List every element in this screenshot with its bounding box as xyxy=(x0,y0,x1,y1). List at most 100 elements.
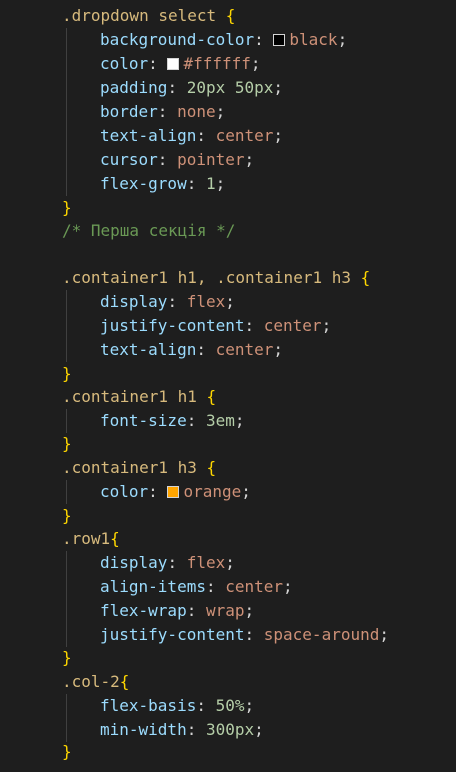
code-token: .container1 h1 xyxy=(62,387,207,406)
code-line[interactable]: .dropdown select { xyxy=(62,4,235,28)
code-token: border xyxy=(100,102,158,121)
code-line[interactable]: /* Перша секція */ xyxy=(62,219,235,243)
code-token: ; xyxy=(273,78,284,97)
code-token: ; xyxy=(244,601,255,620)
code-token: pointer xyxy=(177,150,245,169)
code-token: : xyxy=(148,54,168,73)
code-line[interactable]: background-color: black; xyxy=(100,28,347,52)
code-line[interactable]: flex-wrap: wrap; xyxy=(100,599,254,623)
code-token: : xyxy=(196,340,216,359)
color-swatch-icon[interactable] xyxy=(273,34,286,46)
code-token: space-around xyxy=(263,625,380,644)
code-token: : xyxy=(167,292,187,311)
code-token: font-size xyxy=(100,411,187,430)
code-token: center xyxy=(263,316,322,335)
code-line[interactable]: min-width: 300px; xyxy=(100,718,264,742)
code-line[interactable]: } xyxy=(62,432,72,456)
code-line[interactable]: .col-2{ xyxy=(62,670,129,694)
code-token: } xyxy=(62,506,72,525)
code-token: orange xyxy=(183,482,242,501)
code-token: ; xyxy=(273,340,284,359)
code-token: { xyxy=(119,672,130,691)
code-line[interactable]: display: flex; xyxy=(100,551,235,575)
code-token: justify-content xyxy=(100,625,245,644)
code-token: ; xyxy=(254,720,264,739)
code-token: ; xyxy=(234,411,245,430)
code-line[interactable]: text-align: center; xyxy=(100,338,283,362)
code-token: : xyxy=(186,720,206,739)
code-token: : xyxy=(244,316,264,335)
color-swatch-icon[interactable] xyxy=(167,58,180,70)
code-token: : xyxy=(205,577,226,596)
code-token: } xyxy=(62,364,72,383)
code-line[interactable]: color: orange; xyxy=(100,480,251,504)
code-line[interactable]: font-size: 3em; xyxy=(100,409,245,433)
code-token: text-align xyxy=(100,126,197,145)
color-swatch-icon[interactable] xyxy=(167,486,180,498)
code-line[interactable]: justify-content: center; xyxy=(100,314,331,338)
code-token: .col-2 xyxy=(62,672,120,691)
code-token: } xyxy=(62,742,72,761)
indent-guide xyxy=(66,28,67,196)
code-line[interactable]: display: flex; xyxy=(100,290,235,314)
indent-guide xyxy=(66,551,67,647)
code-token: justify-content xyxy=(100,316,245,335)
code-line[interactable]: justify-content: space-around; xyxy=(100,623,389,647)
code-line[interactable]: .row1{ xyxy=(62,527,120,551)
code-token: ; xyxy=(215,102,226,121)
code-line[interactable]: flex-grow: 1; xyxy=(100,172,225,196)
code-token: 1 xyxy=(205,174,216,193)
code-line[interactable]: } xyxy=(62,504,72,528)
code-line[interactable]: padding: 20px 50px; xyxy=(100,76,283,100)
code-token: { xyxy=(206,458,217,477)
code-token: wrap xyxy=(205,601,245,620)
code-token: color xyxy=(100,482,149,501)
code-line[interactable]: .container1 h1, .container1 h3 { xyxy=(62,266,370,290)
code-token: /* Перша секція */ xyxy=(62,221,236,240)
code-token: align-items xyxy=(100,577,206,596)
code-token: 20px 50px xyxy=(186,78,274,97)
code-line[interactable]: text-align: center; xyxy=(100,124,283,148)
code-line[interactable]: } xyxy=(62,646,72,670)
code-token: flex-grow xyxy=(100,174,187,193)
code-token: : xyxy=(186,174,206,193)
code-token: ; xyxy=(379,625,389,644)
code-editor[interactable]: .dropdown select {background-color: blac… xyxy=(0,0,456,772)
code-token: { xyxy=(225,6,236,25)
indent-guide xyxy=(66,694,67,742)
indent-guide xyxy=(66,290,67,362)
code-token: display xyxy=(100,292,168,311)
code-line[interactable]: } xyxy=(62,196,72,220)
code-line[interactable]: cursor: pointer; xyxy=(100,148,254,172)
code-token: : xyxy=(244,625,264,644)
code-line[interactable]: .container1 h1 { xyxy=(62,385,216,409)
code-token: .container1 h3 xyxy=(62,458,207,477)
code-token: : xyxy=(148,482,168,501)
code-token: 300px xyxy=(205,720,255,739)
code-token: .dropdown select xyxy=(62,6,226,25)
code-line[interactable]: flex-basis: 50%; xyxy=(100,694,254,718)
code-line[interactable]: align-items: center; xyxy=(100,575,293,599)
code-token: } xyxy=(62,198,72,217)
code-token: ; xyxy=(250,54,261,73)
code-token: .container1 h1, .container1 h3 xyxy=(62,268,361,287)
code-token: ; xyxy=(225,292,235,311)
code-token: ; xyxy=(241,482,251,501)
code-token: 3em xyxy=(205,411,235,430)
code-token: ; xyxy=(215,174,226,193)
code-line[interactable]: } xyxy=(62,362,72,386)
code-token: ; xyxy=(273,126,284,145)
code-token: } xyxy=(62,434,72,453)
code-token: { xyxy=(360,268,371,287)
code-line[interactable]: color: #ffffff; xyxy=(100,52,261,76)
code-token: } xyxy=(62,648,72,667)
code-token: flex xyxy=(186,292,226,311)
code-line[interactable]: } xyxy=(62,740,72,764)
code-token: : xyxy=(196,696,216,715)
code-line[interactable]: .container1 h3 { xyxy=(62,456,216,480)
code-line[interactable]: border: none; xyxy=(100,100,225,124)
code-token: center xyxy=(215,126,274,145)
code-token: : xyxy=(186,601,206,620)
code-token: flex-basis xyxy=(100,696,197,715)
code-token: flex-wrap xyxy=(100,601,187,620)
